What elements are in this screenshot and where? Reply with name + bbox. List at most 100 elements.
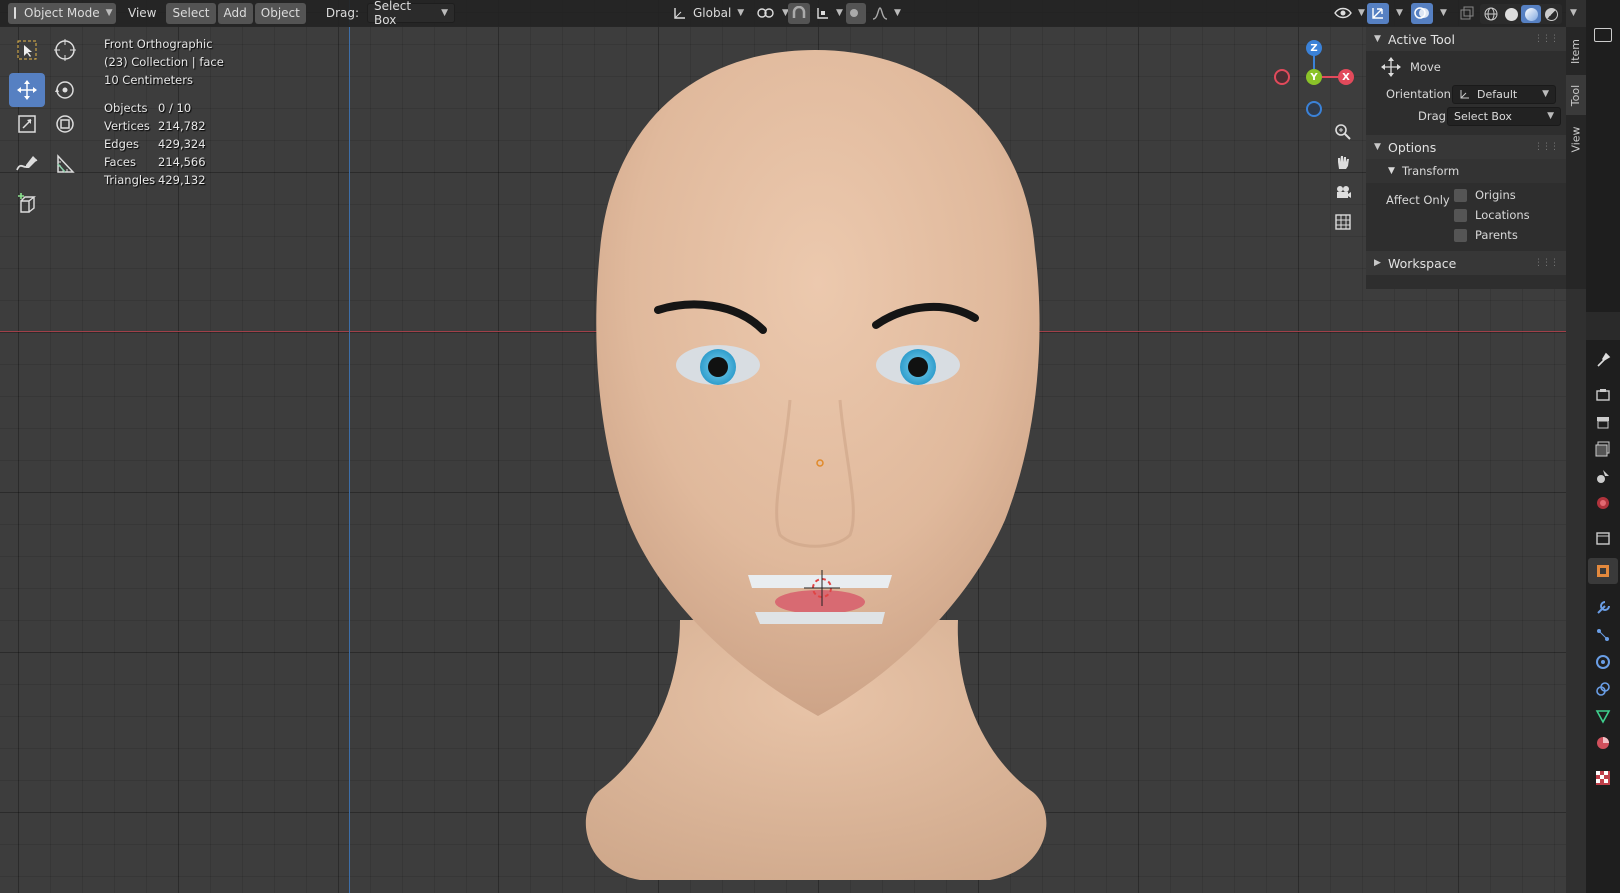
editor-type-icon[interactable] bbox=[1594, 28, 1612, 42]
constraints-properties-icon[interactable] bbox=[1595, 681, 1611, 697]
sidebar-tabs: Item Tool View bbox=[1566, 27, 1586, 289]
mode-label: Object Mode bbox=[24, 6, 100, 20]
menu-select[interactable]: Select bbox=[166, 2, 216, 24]
stat-row: Vertices 214,782 bbox=[104, 117, 206, 135]
object-properties-icon bbox=[1597, 565, 1609, 577]
orientation-value: Default bbox=[1477, 87, 1518, 101]
rotate-tool[interactable] bbox=[47, 73, 83, 107]
texture-properties-icon[interactable] bbox=[1595, 770, 1611, 786]
checkbox-origins[interactable]: Origins bbox=[1454, 185, 1516, 205]
overlay-toggle[interactable] bbox=[1411, 2, 1433, 24]
object-properties-tab[interactable] bbox=[1588, 558, 1618, 584]
chevron-down-icon: ▼ bbox=[737, 8, 745, 18]
add-cube-tool[interactable] bbox=[9, 187, 45, 221]
overlay-circles-icon bbox=[1414, 7, 1429, 19]
drag-mode-dropdown[interactable]: Select Box ▼ bbox=[367, 0, 456, 27]
cursor-tool[interactable] bbox=[47, 33, 83, 67]
chevron-down-icon: ▼ bbox=[1358, 8, 1365, 18]
modifier-properties-icon[interactable] bbox=[1595, 600, 1611, 616]
wireframe-shading-icon[interactable] bbox=[1481, 5, 1501, 23]
scene-properties-icon[interactable] bbox=[1595, 468, 1611, 484]
affect-only-label: Affect Only bbox=[1386, 193, 1450, 207]
transform-orientation-dropdown[interactable]: Global ▼ bbox=[667, 3, 750, 24]
gizmo-x-axis[interactable]: X bbox=[1338, 69, 1354, 85]
shading-dropdown[interactable]: ▼ bbox=[1562, 3, 1579, 24]
particles-properties-icon[interactable] bbox=[1595, 627, 1611, 643]
checkbox-label: Locations bbox=[1475, 208, 1530, 222]
tab-tool[interactable]: Tool bbox=[1566, 75, 1586, 115]
gizmo-z-axis[interactable]: Z bbox=[1306, 40, 1322, 56]
solid-shading-icon[interactable] bbox=[1501, 5, 1521, 23]
snap-toggle[interactable] bbox=[788, 2, 810, 24]
transform-tool[interactable] bbox=[47, 107, 83, 141]
pan-hand-icon[interactable] bbox=[1329, 148, 1357, 176]
view-layer-icon[interactable] bbox=[1595, 441, 1611, 457]
tab-item[interactable]: Item bbox=[1566, 31, 1586, 71]
affect-only-group: Affect Only Origins Locations Parents bbox=[1366, 183, 1566, 245]
drag-dropdown[interactable]: Select Box ▼ bbox=[1447, 106, 1561, 126]
orientation-row: Orientation Default ▼ bbox=[1366, 83, 1566, 105]
move-tool[interactable] bbox=[9, 73, 45, 107]
chevron-down-icon: ▼ bbox=[836, 8, 843, 18]
drag-grip-icon[interactable]: ⋮⋮⋮ bbox=[1534, 34, 1559, 44]
orientation-dropdown[interactable]: Default ▼ bbox=[1452, 84, 1556, 104]
tab-label: Item bbox=[1569, 38, 1583, 64]
chevron-down-icon: ▼ bbox=[1542, 89, 1549, 99]
stat-value: 429,132 bbox=[158, 173, 206, 187]
stat-row: Faces 214,566 bbox=[104, 153, 206, 171]
drag-grip-icon[interactable]: ⋮⋮⋮ bbox=[1534, 258, 1559, 268]
falloff-dropdown[interactable]: ▼ bbox=[866, 3, 907, 24]
drag-grip-icon[interactable]: ⋮⋮⋮ bbox=[1534, 142, 1559, 152]
snap-target-dropdown[interactable]: ▼ bbox=[810, 3, 849, 24]
checkbox-parents[interactable]: Parents bbox=[1454, 225, 1518, 245]
material-properties-icon[interactable] bbox=[1595, 735, 1611, 751]
zoom-icon[interactable] bbox=[1329, 118, 1357, 146]
stat-value: 214,566 bbox=[158, 155, 206, 169]
visibility-dropdown[interactable]: ▼ bbox=[1328, 3, 1371, 24]
chevron-down-icon: ▼ bbox=[1440, 8, 1447, 18]
gizmo-neg-z-axis[interactable] bbox=[1306, 101, 1322, 117]
orientation-label: Orientation bbox=[1386, 87, 1451, 101]
orientation-axes-icon bbox=[1460, 90, 1469, 99]
stat-value: 0 / 10 bbox=[158, 101, 192, 115]
menu-object[interactable]: Object bbox=[254, 2, 306, 24]
xray-toggle[interactable] bbox=[1457, 3, 1477, 24]
select-box-tool[interactable] bbox=[9, 33, 45, 67]
tab-view[interactable]: View bbox=[1566, 119, 1586, 159]
measure-tool[interactable] bbox=[47, 147, 83, 181]
camera-view-icon[interactable] bbox=[1329, 178, 1357, 206]
checkbox-locations[interactable]: Locations bbox=[1454, 205, 1530, 225]
proportional-edit-toggle[interactable] bbox=[846, 2, 866, 24]
physics-properties-icon[interactable] bbox=[1595, 654, 1611, 670]
gizmo-neg-x-axis[interactable] bbox=[1274, 69, 1290, 85]
workspace-section-header[interactable]: ▶ Workspace ⋮⋮⋮ bbox=[1366, 251, 1566, 275]
3d-viewport[interactable]: Front Orthographic (23) Collection | fac… bbox=[0, 0, 1566, 893]
annotate-tool[interactable] bbox=[9, 147, 45, 181]
active-tool-row[interactable]: Move bbox=[1366, 51, 1566, 83]
active-tool-section-header[interactable]: ▼ Active Tool ⋮⋮⋮ bbox=[1366, 27, 1566, 51]
orthographic-grid-icon[interactable] bbox=[1329, 208, 1357, 236]
rendered-shading-icon[interactable] bbox=[1541, 5, 1561, 23]
gizmo-toggle[interactable] bbox=[1367, 2, 1389, 24]
section-title: Options bbox=[1388, 139, 1437, 155]
options-section-header[interactable]: ▼ Options ⋮⋮⋮ bbox=[1366, 135, 1566, 159]
render-properties-icon[interactable] bbox=[1595, 387, 1611, 403]
gizmo-y-axis[interactable]: Y bbox=[1306, 69, 1322, 85]
tool-settings-icon[interactable] bbox=[1595, 352, 1611, 368]
collection-properties-icon[interactable] bbox=[1595, 530, 1611, 546]
mesh-data-icon[interactable] bbox=[1595, 708, 1611, 724]
output-properties-icon[interactable] bbox=[1595, 414, 1611, 430]
section-title: Workspace bbox=[1388, 255, 1457, 271]
object-mode-icon bbox=[14, 7, 16, 19]
material-shading-icon[interactable] bbox=[1521, 5, 1541, 23]
menu-add[interactable]: Add bbox=[217, 2, 253, 24]
scale-tool[interactable] bbox=[9, 107, 45, 141]
overlay-dropdown[interactable]: ▼ bbox=[1432, 3, 1449, 24]
mode-selector[interactable]: Object Mode ▼ bbox=[8, 2, 116, 24]
world-properties-icon[interactable] bbox=[1595, 495, 1611, 511]
navigation-gizmo[interactable]: Z X Y bbox=[1274, 40, 1354, 120]
gizmo-dropdown[interactable]: ▼ bbox=[1388, 3, 1405, 24]
transform-subsection-header[interactable]: ▼ Transform bbox=[1366, 159, 1566, 183]
menu-view[interactable]: View bbox=[122, 3, 162, 24]
measure-icon bbox=[57, 154, 75, 173]
